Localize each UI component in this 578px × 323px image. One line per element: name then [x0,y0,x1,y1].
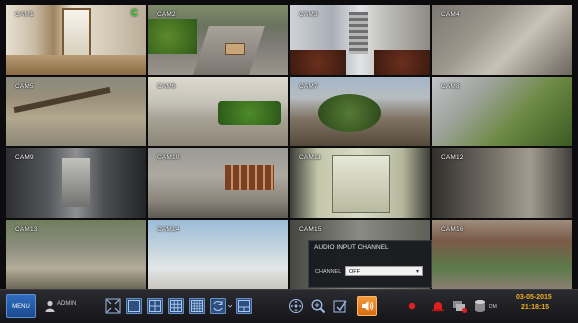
freeze-icon[interactable] [332,298,348,314]
audio-input-channel-popup: AUDIO INPUT CHANNEL CHANNEL OFF ▾ [308,240,432,288]
camera-label-13: CAM13 [15,225,38,233]
zoom-icon[interactable] [310,298,326,314]
camera-grid: CAM1 C CAM2 CAM3 CAM4 CAM5 CAM6 CAM7 CAM… [6,5,572,289]
camera-tile-7[interactable]: CAM7 [290,76,430,146]
camera-label-10: CAM10 [157,154,180,161]
channel-select-value: OFF [349,269,360,275]
bottom-toolbar: MENU ADMIN DM 03-05-2015 21:18:15 [0,289,578,323]
audio-icon[interactable] [357,296,377,316]
camera-label-15: CAM15 [299,225,322,233]
camera-tile-5[interactable]: CAM5 [6,76,146,146]
camera-tile-8[interactable]: CAM8 [432,76,572,146]
channel-select[interactable]: OFF ▾ [345,266,423,276]
camera-label-12: CAM12 [441,154,464,161]
popup-title: AUDIO INPUT CHANNEL [314,244,389,251]
camera-label-11: CAM11 [299,154,322,161]
menu-button[interactable]: MENU [6,294,36,318]
camera-label-9: CAM9 [15,154,34,161]
camera-label-6: CAM6 [157,82,176,90]
camera-tile-13[interactable]: CAM13 [6,219,146,289]
camera-label-3: CAM3 [299,11,318,18]
layout-16-icon[interactable] [189,298,205,314]
camera-label-16: CAM16 [441,225,464,233]
ptz-icon[interactable] [288,298,304,314]
camera-tile-14[interactable]: CAM14 [148,219,288,289]
user-name-label: ADMIN [57,301,77,307]
event-icon[interactable] [452,298,468,314]
fullscreen-icon[interactable] [105,298,121,314]
alarm-icon[interactable] [430,298,446,314]
chevron-down-icon: ▾ [415,269,419,275]
camera-tile-1[interactable]: CAM1 C [6,5,146,75]
sequence-icon[interactable] [210,298,226,314]
dm-label: DM [489,304,497,310]
camera-tile-3[interactable]: CAM3 [290,5,430,75]
camera-tile-4[interactable]: CAM4 [432,5,572,75]
channel-label: CHANNEL [315,269,342,275]
chevron-down-icon[interactable] [228,304,232,308]
camera-label-5: CAM5 [15,82,34,90]
user-icon [45,300,55,312]
recording-status-icon: C [130,8,138,19]
camera-tile-2[interactable]: CAM2 [148,5,288,75]
layout-custom-icon[interactable] [236,298,252,314]
camera-label-4: CAM4 [441,11,460,18]
camera-tile-6[interactable]: CAM6 [148,76,288,146]
layout-9-icon[interactable] [168,298,184,314]
camera-label-7: CAM7 [299,82,318,90]
camera-tile-11[interactable]: CAM11 [290,148,430,218]
camera-tile-16[interactable]: CAM16 [432,219,572,289]
storage-icon[interactable] [472,298,488,314]
camera-tile-12[interactable]: CAM12 [432,148,572,218]
current-date: 03-05-2015 [516,294,552,301]
camera-tile-10[interactable]: CAM10 [148,148,288,218]
camera-label-1: CAM1 [15,11,34,18]
camera-label-8: CAM8 [441,82,460,90]
camera-label-2: CAM2 [157,11,176,18]
camera-label-14: CAM14 [157,225,180,233]
current-time: 21:18:15 [521,304,550,311]
record-icon[interactable] [404,298,420,314]
layout-1-icon[interactable] [126,298,142,314]
camera-tile-9[interactable]: CAM9 [6,148,146,218]
layout-4-icon[interactable] [147,298,163,314]
